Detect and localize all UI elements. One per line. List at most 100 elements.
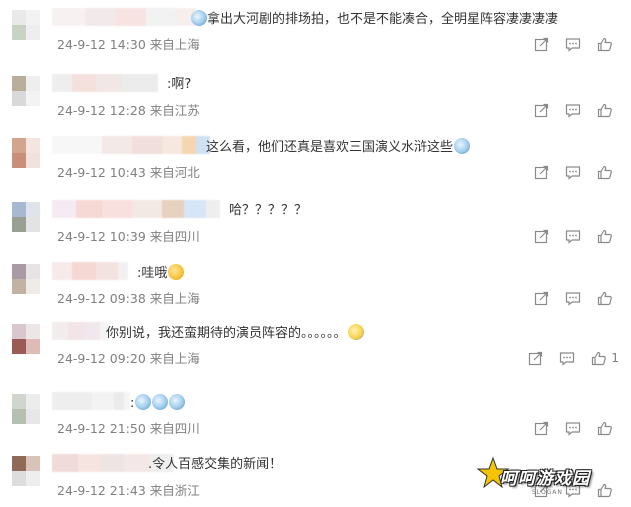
emoji-icon — [454, 138, 471, 154]
timestamp: 24-9-12 14:30 — [57, 37, 146, 52]
comment-meta: 24-9-12 10:39 来自四川 — [57, 229, 200, 245]
comment-text: 哈？？？？？ — [229, 202, 307, 220]
comment-text-content: 这么看，他们还真是喜欢三国演义水浒这些 — [206, 140, 454, 155]
comment-icon — [565, 291, 581, 306]
comment-icon — [560, 351, 575, 366]
comment-meta: 24-9-12 14:30 来自上海 — [57, 37, 200, 53]
like-button[interactable] — [589, 33, 621, 55]
share-button[interactable] — [525, 99, 557, 121]
comment-actions — [525, 225, 621, 247]
ip-location: 来自四川 — [149, 421, 200, 436]
avatar[interactable] — [12, 264, 40, 294]
timestamp: 24-9-12 21:43 — [57, 483, 146, 498]
avatar[interactable] — [12, 324, 40, 354]
comment-actions — [525, 33, 621, 55]
reply-button[interactable] — [557, 287, 589, 309]
ip-location: 来自四川 — [149, 229, 200, 244]
like-button[interactable] — [589, 287, 621, 309]
emoji-icon — [347, 324, 364, 340]
comment-item: :哇哦 24-9-12 09:38 来自上海 — [0, 254, 631, 316]
reply-button[interactable] — [557, 161, 589, 183]
like-icon — [597, 103, 612, 117]
comment-item: : 24-9-12 21:50 来自四川 — [0, 384, 631, 446]
like-icon — [597, 291, 612, 305]
share-button[interactable] — [519, 347, 551, 369]
like-icon — [592, 351, 607, 365]
reply-button[interactable] — [557, 225, 589, 247]
like-button[interactable] — [589, 161, 621, 183]
timestamp: 24-9-12 10:39 — [57, 229, 146, 244]
share-button[interactable] — [525, 161, 557, 183]
comment-item: :啊? 24-9-12 12:28 来自江苏 — [0, 66, 631, 128]
like-button[interactable] — [589, 99, 621, 121]
comment-item: 拿出大河剧的排场拍，也不是不能凑合，全明星阵容凄凄凄凄 24-9-12 14:30… — [0, 0, 631, 62]
share-button[interactable] — [525, 33, 557, 55]
username-blurred[interactable] — [52, 322, 108, 344]
comment-meta: 24-9-12 12:28 来自江苏 — [57, 103, 200, 119]
username-blurred[interactable] — [52, 136, 210, 158]
comment-actions — [525, 161, 621, 183]
comment-actions — [525, 417, 621, 439]
comment-text: .令人百感交集的新闻！ — [148, 456, 282, 474]
emoji-icon — [152, 394, 169, 410]
username-blurred[interactable] — [52, 74, 158, 96]
comment-meta: 24-9-12 09:20 来自上海 — [57, 351, 200, 367]
avatar[interactable] — [12, 10, 40, 40]
timestamp: 24-9-12 09:38 — [57, 291, 146, 306]
username-blurred[interactable] — [52, 392, 130, 414]
avatar[interactable] — [12, 456, 40, 486]
watermark-title: 呵呵游戏园 — [500, 469, 590, 489]
comment-text-content: :啊? — [167, 77, 192, 92]
comment-icon — [565, 229, 581, 244]
share-button[interactable] — [525, 225, 557, 247]
username-blurred[interactable] — [52, 200, 220, 222]
comment-icon — [565, 421, 581, 436]
comment-text-content: 你别说，我还蛮期待的演员阵容的。。。。。。 — [106, 326, 347, 341]
comment-item: 哈？？？？？ 24-9-12 10:39 来自四川 — [0, 192, 631, 254]
emoji-icon — [191, 10, 207, 26]
reply-button[interactable] — [557, 417, 589, 439]
comment-text: 拿出大河剧的排场拍，也不是不能凑合，全明星阵容凄凄凄凄 — [190, 10, 558, 29]
comment-icon — [565, 165, 581, 180]
reply-button[interactable] — [557, 99, 589, 121]
share-button[interactable] — [525, 287, 557, 309]
share-button[interactable] — [525, 417, 557, 439]
like-icon — [597, 229, 612, 243]
username-blurred[interactable] — [52, 8, 196, 30]
like-button[interactable] — [589, 225, 621, 247]
emoji-icon — [168, 264, 185, 280]
share-icon — [528, 351, 542, 365]
avatar[interactable] — [12, 394, 40, 424]
ip-location: 来自浙江 — [149, 483, 200, 498]
ip-location: 来自上海 — [149, 291, 200, 306]
emoji-icon — [169, 394, 186, 410]
share-icon — [534, 165, 548, 179]
username-blurred[interactable] — [52, 262, 128, 284]
like-count: 1 — [611, 351, 619, 365]
comment-text-content: 哈？？？？？ — [229, 203, 308, 218]
reply-button[interactable] — [551, 347, 583, 369]
comment-text: 这么看，他们还真是喜欢三国演义水浒这些 — [206, 138, 471, 157]
timestamp: 24-9-12 10:43 — [57, 165, 146, 180]
comment-meta: 24-9-12 21:43 来自浙江 — [57, 483, 200, 499]
ip-location: 来自上海 — [149, 351, 200, 366]
comment-actions — [525, 99, 621, 121]
comment-text: :哇哦 — [137, 264, 185, 283]
share-icon — [534, 37, 548, 51]
avatar[interactable] — [12, 76, 40, 106]
like-button[interactable] — [589, 417, 621, 439]
comment-text: 你别说，我还蛮期待的演员阵容的。。。。。。 — [106, 324, 364, 343]
comment-actions — [525, 287, 621, 309]
avatar[interactable] — [12, 202, 40, 232]
comment-meta: 24-9-12 09:38 来自上海 — [57, 291, 200, 307]
reply-button[interactable] — [557, 33, 589, 55]
emoji-icon — [135, 394, 152, 410]
share-icon — [534, 103, 548, 117]
watermark-subtitle: SLOGAN — [532, 489, 563, 496]
comment-icon — [565, 103, 581, 118]
comment-text-content: :哇哦 — [137, 266, 168, 281]
like-icon — [597, 165, 612, 179]
comment-item: 你别说，我还蛮期待的演员阵容的。。。。。。 24-9-12 09:20 来自上海 1 — [0, 314, 631, 376]
avatar[interactable] — [12, 138, 40, 168]
like-icon — [597, 37, 612, 51]
